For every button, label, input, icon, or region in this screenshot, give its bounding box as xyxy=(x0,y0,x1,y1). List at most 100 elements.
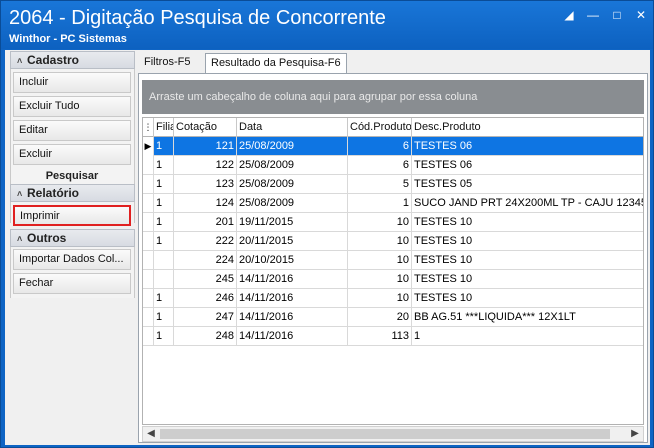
cell-cotacao[interactable]: 247 xyxy=(174,308,237,327)
cell-data[interactable]: 14/11/2016 xyxy=(237,327,348,346)
cell-desc-produto[interactable]: 1 xyxy=(412,327,643,346)
cell-data[interactable]: 20/10/2015 xyxy=(237,251,348,270)
fechar-button[interactable]: Fechar xyxy=(13,273,131,294)
row-indicator[interactable] xyxy=(143,194,154,213)
row-indicator[interactable] xyxy=(143,232,154,251)
cell-desc-produto[interactable]: TESTES 10 xyxy=(412,270,643,289)
group-cadastro[interactable]: ˄ Cadastro xyxy=(10,51,135,69)
column-header-data[interactable]: Data xyxy=(237,118,348,137)
row-indicator[interactable] xyxy=(143,289,154,308)
cell-cotacao[interactable]: 224 xyxy=(174,251,237,270)
cell-filial[interactable]: 1 xyxy=(154,308,174,327)
restore-icon[interactable]: ◢ xyxy=(559,7,579,23)
group-outros[interactable]: ˄ Outros xyxy=(10,229,135,247)
cell-desc-produto[interactable]: TESTES 10 xyxy=(412,289,643,308)
row-indicator[interactable] xyxy=(143,270,154,289)
cell-cotacao[interactable]: 245 xyxy=(174,270,237,289)
cell-cotacao[interactable]: 123 xyxy=(174,175,237,194)
cell-desc-produto[interactable]: TESTES 10 xyxy=(412,251,643,270)
group-by-area[interactable]: Arraste um cabeçalho de coluna aqui para… xyxy=(142,80,644,114)
row-indicator[interactable] xyxy=(143,213,154,232)
cell-filial[interactable] xyxy=(154,251,174,270)
cell-cod-produto[interactable]: 10 xyxy=(348,289,412,308)
column-header-cotacao[interactable]: Cotação xyxy=(174,118,237,137)
cell-filial[interactable]: 1 xyxy=(154,327,174,346)
table-row[interactable]: 1 246 14/11/2016 10 TESTES 10 xyxy=(143,289,643,308)
table-row[interactable]: 1 222 20/11/2015 10 TESTES 10 xyxy=(143,232,643,251)
scroll-left-icon[interactable]: ◀ xyxy=(143,427,159,441)
cell-data[interactable]: 25/08/2009 xyxy=(237,194,348,213)
cell-data[interactable]: 14/11/2016 xyxy=(237,289,348,308)
row-indicator[interactable] xyxy=(143,251,154,270)
cell-cod-produto[interactable]: 113 xyxy=(348,327,412,346)
cell-cotacao[interactable]: 246 xyxy=(174,289,237,308)
table-row[interactable]: 1 122 25/08/2009 6 TESTES 06 xyxy=(143,156,643,175)
table-row[interactable]: 1 201 19/11/2015 10 TESTES 10 xyxy=(143,213,643,232)
cell-data[interactable]: 14/11/2016 xyxy=(237,308,348,327)
cell-filial[interactable] xyxy=(154,270,174,289)
row-indicator[interactable] xyxy=(143,327,154,346)
cell-desc-produto[interactable]: TESTES 10 xyxy=(412,213,643,232)
table-row[interactable]: ▶ 1 121 25/08/2009 6 TESTES 06 xyxy=(143,137,643,156)
scroll-right-icon[interactable]: ▶ xyxy=(627,427,643,441)
incluir-button[interactable]: Incluir xyxy=(13,72,131,93)
cell-cotacao[interactable]: 124 xyxy=(174,194,237,213)
column-header-filial[interactable]: Filia xyxy=(154,118,174,137)
cell-desc-produto[interactable]: SUCO JAND PRT 24X200ML TP - CAJU 1234567 xyxy=(412,194,643,213)
cell-filial[interactable]: 1 xyxy=(154,194,174,213)
table-row[interactable]: 1 247 14/11/2016 20 BB AG.51 ***LIQUIDA*** 1… xyxy=(143,308,643,327)
cell-cotacao[interactable]: 122 xyxy=(174,156,237,175)
cell-data[interactable]: 20/11/2015 xyxy=(237,232,348,251)
cell-data[interactable]: 25/08/2009 xyxy=(237,175,348,194)
cell-data[interactable]: 14/11/2016 xyxy=(237,270,348,289)
row-indicator[interactable] xyxy=(143,308,154,327)
horizontal-scrollbar[interactable]: ◀ ▶ xyxy=(142,426,644,442)
cell-filial[interactable]: 1 xyxy=(154,232,174,251)
cell-cod-produto[interactable]: 6 xyxy=(348,137,412,156)
cell-cod-produto[interactable]: 6 xyxy=(348,156,412,175)
cell-cod-produto[interactable]: 10 xyxy=(348,251,412,270)
pesquisar-label[interactable]: Pesquisar xyxy=(13,168,131,184)
cell-cotacao[interactable]: 201 xyxy=(174,213,237,232)
cell-cod-produto[interactable]: 5 xyxy=(348,175,412,194)
cell-desc-produto[interactable]: TESTES 05 xyxy=(412,175,643,194)
group-relatorio[interactable]: ˄ Relatório xyxy=(10,184,135,202)
cell-filial[interactable]: 1 xyxy=(154,175,174,194)
table-row[interactable]: 1 248 14/11/2016 113 1 xyxy=(143,327,643,346)
cell-cotacao[interactable]: 121 xyxy=(174,137,237,156)
cell-filial[interactable]: 1 xyxy=(154,137,174,156)
column-header-desc-produto[interactable]: Desc.Produto xyxy=(412,118,643,137)
cell-filial[interactable]: 1 xyxy=(154,289,174,308)
minimize-icon[interactable]: — xyxy=(583,7,603,23)
cell-cotacao[interactable]: 222 xyxy=(174,232,237,251)
cell-cod-produto[interactable]: 20 xyxy=(348,308,412,327)
importar-dados-button[interactable]: Importar Dados Col... xyxy=(13,249,131,270)
excluir-button[interactable]: Excluir xyxy=(13,144,131,165)
table-row[interactable]: 224 20/10/2015 10 TESTES 10 xyxy=(143,251,643,270)
cell-filial[interactable]: 1 xyxy=(154,156,174,175)
cell-filial[interactable]: 1 xyxy=(154,213,174,232)
cell-cod-produto[interactable]: 10 xyxy=(348,270,412,289)
cell-data[interactable]: 25/08/2009 xyxy=(237,137,348,156)
cell-cod-produto[interactable]: 10 xyxy=(348,232,412,251)
imprimir-button[interactable]: Imprimir xyxy=(13,205,131,226)
editar-button[interactable]: Editar xyxy=(13,120,131,141)
excluir-tudo-button[interactable]: Excluir Tudo xyxy=(13,96,131,117)
maximize-icon[interactable]: □ xyxy=(607,7,627,23)
cell-cotacao[interactable]: 248 xyxy=(174,327,237,346)
tab-filtros[interactable]: Filtros-F5 xyxy=(139,53,195,74)
cell-desc-produto[interactable]: TESTES 10 xyxy=(412,232,643,251)
column-header-cod-produto[interactable]: Cód.Produto xyxy=(348,118,412,137)
cell-cod-produto[interactable]: 10 xyxy=(348,213,412,232)
row-indicator[interactable] xyxy=(143,156,154,175)
row-indicator[interactable] xyxy=(143,175,154,194)
table-row[interactable]: 1 124 25/08/2009 1 SUCO JAND PRT 24X200ML TP… xyxy=(143,194,643,213)
cell-data[interactable]: 25/08/2009 xyxy=(237,156,348,175)
cell-desc-produto[interactable]: TESTES 06 xyxy=(412,156,643,175)
cell-cod-produto[interactable]: 1 xyxy=(348,194,412,213)
cell-desc-produto[interactable]: BB AG.51 ***LIQUIDA*** 12X1LT xyxy=(412,308,643,327)
table-row[interactable]: 1 123 25/08/2009 5 TESTES 05 xyxy=(143,175,643,194)
cell-data[interactable]: 19/11/2015 xyxy=(237,213,348,232)
column-chooser-icon[interactable]: ⋮ xyxy=(143,118,154,137)
close-icon[interactable]: ✕ xyxy=(631,7,651,23)
